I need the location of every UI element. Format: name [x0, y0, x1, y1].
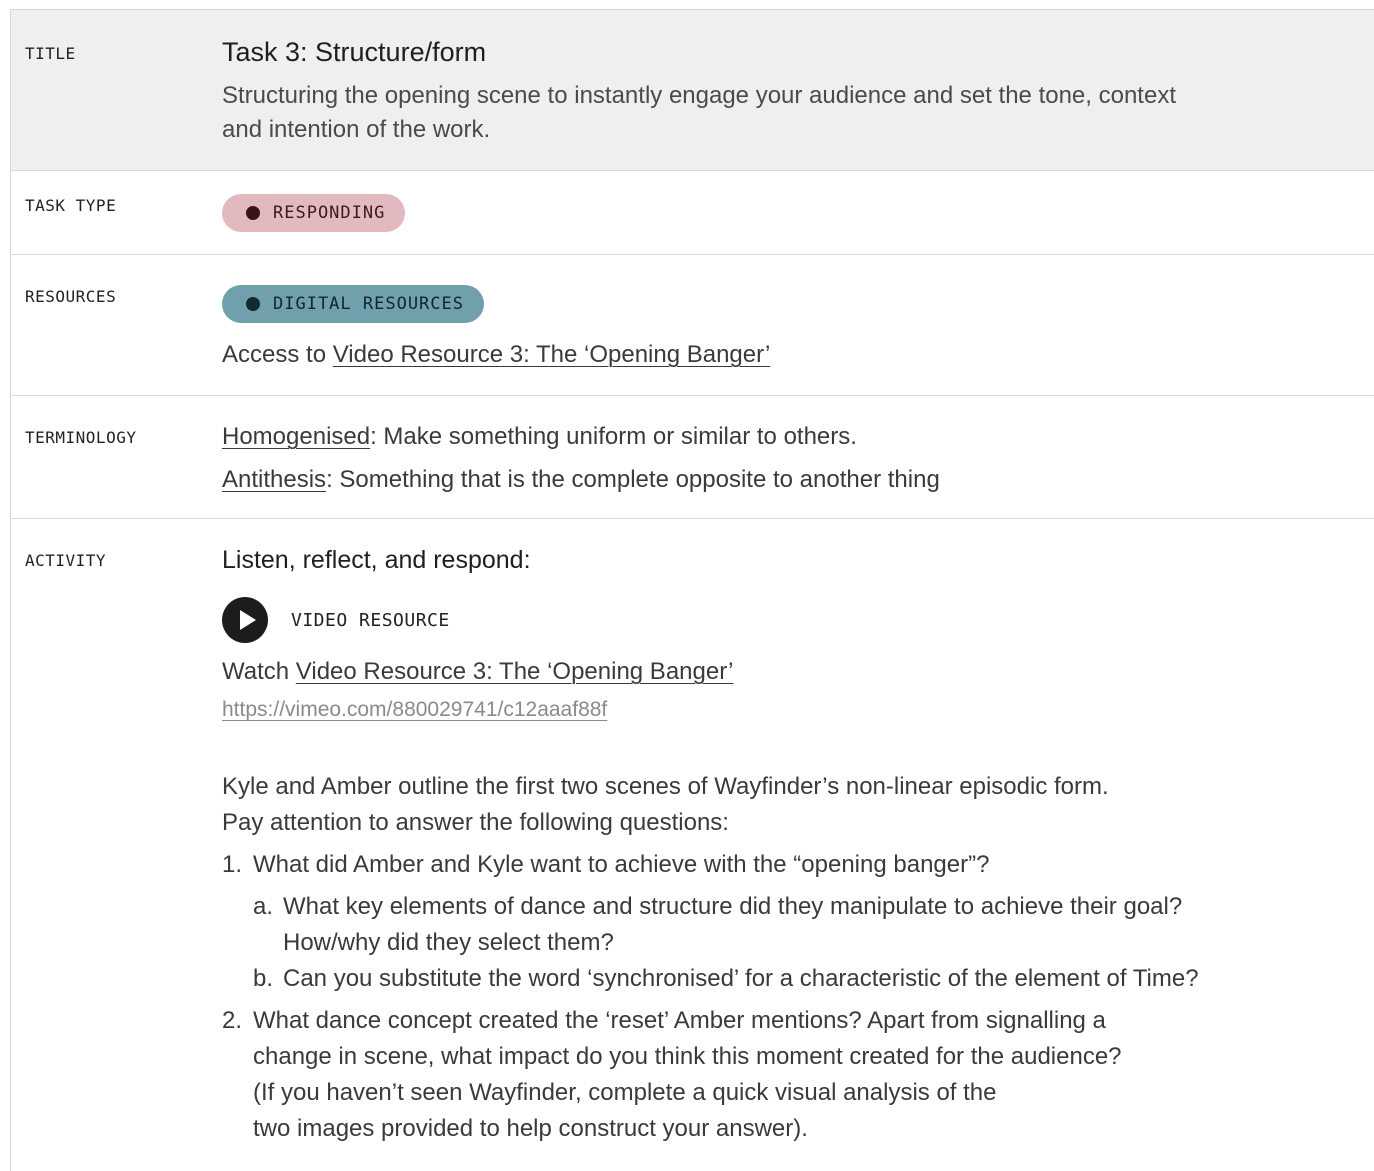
video-resource-link[interactable]: Video Resource 3: The ‘Opening Banger’: [333, 341, 771, 368]
video-resource-label: VIDEO RESOURCE: [291, 609, 450, 631]
dot-icon: [246, 297, 260, 311]
question-list: 1. What did Amber and Kyle want to achie…: [222, 847, 1355, 1147]
task-type-row: TASK TYPE RESPONDING: [11, 171, 1374, 255]
sub-question-text: How/why did they select them?: [283, 929, 614, 956]
dot-icon: [246, 206, 260, 220]
responding-badge: RESPONDING: [222, 194, 406, 232]
term-link[interactable]: Homogenised: [222, 423, 370, 450]
title-row: TITLE Task 3: Structure/form Structuring…: [11, 10, 1374, 171]
task-type-label: TASK TYPE: [25, 196, 117, 215]
watch-prefix: Watch: [222, 658, 290, 685]
question-line: change in scene, what impact do you thin…: [253, 1043, 1122, 1070]
terminology-row: TERMINOLOGY Homogenised: Make something …: [11, 396, 1374, 519]
intro-line: Pay attention to answer the following qu…: [222, 809, 729, 836]
play-icon[interactable]: [222, 597, 268, 643]
question-line: (If you haven’t seen Wayfinder, complete…: [253, 1079, 997, 1106]
watch-line: Watch Video Resource 3: The ‘Opening Ban…: [222, 655, 1355, 689]
sub-question-letter: b.: [253, 965, 274, 992]
video-resource-item[interactable]: VIDEO RESOURCE: [222, 597, 1355, 643]
term-definition: : Something that is the complete opposit…: [326, 466, 940, 493]
question-item: 1. What did Amber and Kyle want to achie…: [222, 847, 1355, 997]
digital-resources-badge-text: DIGITAL RESOURCES: [273, 294, 464, 314]
sub-question-letter: a.: [253, 893, 274, 920]
intro-line: Kyle and Amber outline the first two sce…: [222, 773, 1109, 800]
term-link[interactable]: Antithesis: [222, 466, 326, 493]
task-subtitle: Structuring the opening scene to instant…: [222, 82, 1176, 143]
question-text: What did Amber and Kyle want to achieve …: [253, 851, 990, 878]
question-line: What dance concept created the ‘reset’ A…: [253, 1007, 1106, 1034]
vimeo-url-link[interactable]: https://vimeo.com/880029741/c12aaaf88f: [222, 695, 1355, 725]
question-number: 1.: [222, 851, 243, 878]
term-antithesis: Antithesis: Something that is the comple…: [222, 463, 1355, 497]
sub-question-text: What key elements of dance and structure…: [283, 893, 1183, 920]
title-label: TITLE: [25, 44, 76, 63]
access-prefix: Access to: [222, 341, 327, 368]
term-definition: : Make something uniform or similar to o…: [370, 423, 857, 450]
activity-heading: Listen, reflect, and respond:: [222, 546, 531, 574]
activity-label: ACTIVITY: [25, 551, 107, 570]
term-homogenised: Homogenised: Make something uniform or s…: [222, 420, 1355, 454]
question-number: 2.: [222, 1007, 243, 1034]
activity-row: ACTIVITY Listen, reflect, and respond: V…: [11, 519, 1374, 1171]
task-title: Task 3: Structure/form: [222, 37, 487, 67]
access-line: Access to Video Resource 3: The ‘Opening…: [222, 338, 1355, 372]
sub-question-item: b. Can you substitute the word ‘synchron…: [253, 961, 1355, 997]
task-table: TITLE Task 3: Structure/form Structuring…: [10, 9, 1374, 1171]
digital-resources-badge: DIGITAL RESOURCES: [222, 285, 484, 323]
resources-row: RESOURCES DIGITAL RESOURCES Access to Vi…: [11, 255, 1374, 396]
terminology-label: TERMINOLOGY: [25, 428, 137, 447]
resources-label: RESOURCES: [25, 287, 117, 306]
responding-badge-text: RESPONDING: [273, 203, 386, 223]
sub-question-list: a. What key elements of dance and struct…: [253, 889, 1355, 997]
activity-intro: Kyle and Amber outline the first two sce…: [222, 769, 1355, 841]
watch-video-link[interactable]: Video Resource 3: The ‘Opening Banger’: [296, 658, 734, 685]
question-line: two images provided to help construct yo…: [253, 1115, 808, 1142]
sub-question-text: Can you substitute the word ‘synchronise…: [283, 965, 1199, 992]
question-item: 2. What dance concept created the ‘reset…: [222, 1003, 1355, 1147]
sub-question-item: a. What key elements of dance and struct…: [253, 889, 1355, 961]
